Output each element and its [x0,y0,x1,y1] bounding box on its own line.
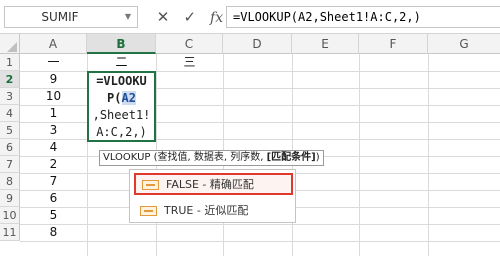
cell-a1[interactable]: 一 [20,54,87,71]
formula-bar: SUMIF ▼ ✕ ✓ fx =VLOOKUP(A2,Sheet1!A:C,2,… [0,0,500,34]
formula-bar-icons: ✕ ✓ fx [152,6,228,28]
column-header-a[interactable]: A [20,34,87,54]
cell-a2[interactable]: 9 [20,71,87,88]
row-header-8[interactable]: 8 [0,173,20,190]
row-header-9[interactable]: 9 [0,190,20,207]
row-header-10[interactable]: 10 [0,207,20,224]
column-header-row: A B C D E F G [0,34,500,54]
chevron-down-icon[interactable]: ▼ [125,7,131,27]
function-args-tooltip: VLOOKUP (查找值, 数据表, 列序数, [匹配条件]) [99,150,324,166]
cell-a3[interactable]: 10 [20,88,87,105]
dropdown-item-label: TRUE - 近似匹配 [164,204,249,217]
gridline [20,241,500,242]
cancel-icon[interactable]: ✕ [152,6,174,28]
column-header-b[interactable]: B [87,34,156,54]
gridline [359,54,360,256]
gridline [20,224,500,225]
name-box-value: SUMIF [41,10,79,24]
edit-line-2: P(A2 [89,90,154,107]
cell-a11[interactable]: 8 [20,224,87,241]
insert-function-icon[interactable]: fx [206,7,228,29]
cell-reference-highlight: A2 [121,91,136,105]
select-all-button[interactable] [0,34,20,54]
cell-a7[interactable]: 2 [20,156,87,173]
cell-a10[interactable]: 5 [20,207,87,224]
edit-line-4: A:C,2,) [96,125,147,139]
dropdown-item-label: FALSE - 精确匹配 [166,178,254,191]
active-edit-cell[interactable]: =VLOOKU P(A2 ,Sheet1! A:C,2,) [87,71,156,142]
row-header-11[interactable]: 11 [0,224,20,241]
dropdown-item-false[interactable]: FALSE - 精确匹配 [134,173,293,195]
tooltip-signature: VLOOKUP (查找值, 数据表, 列序数, [103,152,267,163]
cell-a6[interactable]: 4 [20,139,87,156]
column-header-f[interactable]: F [359,34,428,54]
cell-a8[interactable]: 7 [20,173,87,190]
edit-line-1: =VLOOKU [96,74,147,88]
row-header-1[interactable]: 1 [0,54,20,71]
row-header-7[interactable]: 7 [0,156,20,173]
gridline [428,54,429,256]
cell-a9[interactable]: 6 [20,190,87,207]
column-header-g[interactable]: G [428,34,500,54]
autocomplete-dropdown: FALSE - 精确匹配 TRUE - 近似匹配 [129,169,296,223]
column-header-d[interactable]: D [223,34,292,54]
edit-line-3: ,Sheet1! [92,108,151,122]
tooltip-close-paren: ) [315,152,320,163]
name-box[interactable]: SUMIF ▼ [4,6,138,28]
column-header-c[interactable]: C [156,34,223,54]
row-header-3[interactable]: 3 [0,88,20,105]
row-header-5[interactable]: 5 [0,122,20,139]
cell-a5[interactable]: 3 [20,122,87,139]
cell-a4[interactable]: 1 [20,105,87,122]
edit-line-2-prefix: P( [107,91,122,105]
tooltip-current-arg[interactable]: [匹配条件] [267,152,316,163]
formula-input[interactable]: =VLOOKUP(A2,Sheet1!A:C,2,) [226,6,500,28]
row-header-4[interactable]: 4 [0,105,20,122]
argument-value-icon [142,180,159,190]
argument-value-icon [140,206,157,216]
enter-icon[interactable]: ✓ [179,6,201,28]
row-header-6[interactable]: 6 [0,139,20,156]
row-header-2[interactable]: 2 [0,71,20,88]
cell-b1[interactable]: 二 [87,54,156,71]
dropdown-item-true[interactable]: TRUE - 近似匹配 [134,200,293,222]
column-header-e[interactable]: E [292,34,359,54]
cell-c1[interactable]: 三 [156,54,223,71]
